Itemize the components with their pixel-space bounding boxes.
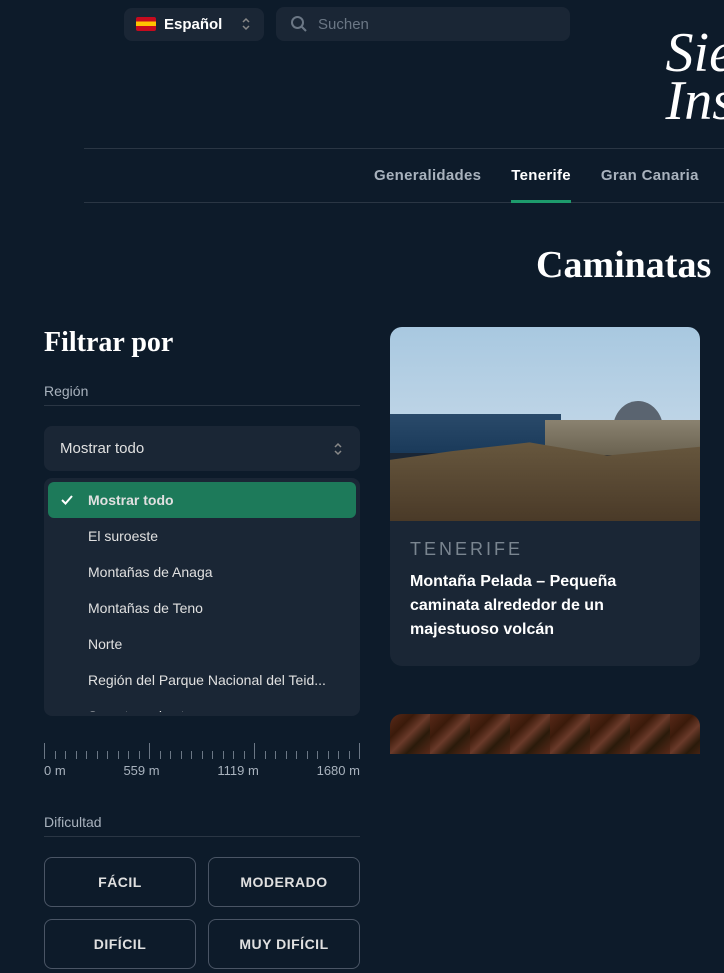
elevation-filter: 0 m 559 m 1119 m 1680 m [44, 741, 360, 778]
region-option-teide[interactable]: Región del Parque Nacional del Teid... [48, 662, 356, 698]
region-option-sureste[interactable]: Sureste y el este [48, 698, 356, 712]
hike-card[interactable]: TENERIFE Montaña Pelada – Pequeña camina… [390, 327, 700, 666]
region-option-all[interactable]: Mostrar todo [48, 482, 356, 518]
chevron-updown-icon [240, 16, 252, 32]
hike-card-image [390, 327, 700, 521]
chevron-updown-icon [332, 441, 344, 457]
elevation-ruler[interactable] [44, 741, 360, 759]
nav-tab-generalidades[interactable]: Generalidades [374, 149, 481, 202]
difficulty-moderate[interactable]: MODERADO [208, 857, 360, 907]
region-dropdown: Mostrar todo El suroeste Montañas de Ana… [44, 478, 360, 716]
check-icon [60, 493, 74, 507]
nav-tab-tenerife[interactable]: Tenerife [511, 149, 571, 202]
hike-cards: TENERIFE Montaña Pelada – Pequeña camina… [390, 327, 724, 969]
difficulty-filter: Dificultad FÁCIL MODERADO DIFÍCIL MUY DI… [44, 814, 360, 969]
difficulty-easy[interactable]: FÁCIL [44, 857, 196, 907]
elevation-labels: 0 m 559 m 1119 m 1680 m [44, 763, 360, 778]
language-selector[interactable]: Español [124, 8, 264, 41]
spain-flag-icon [136, 17, 156, 31]
search-input[interactable] [318, 16, 556, 33]
difficulty-label: Dificultad [44, 814, 360, 837]
region-filter-label: Región [44, 383, 360, 406]
language-label: Español [164, 16, 222, 33]
difficulty-very-hard[interactable]: MUY DIFÍCIL [208, 919, 360, 969]
main-navigation: Generalidades Tenerife Gran Canaria La G… [84, 148, 724, 203]
region-select[interactable]: Mostrar todo Mostrar todo [44, 426, 360, 471]
region-option-suroeste[interactable]: El suroeste [48, 518, 356, 554]
region-option-norte[interactable]: Norte [48, 626, 356, 662]
difficulty-hard[interactable]: DIFÍCIL [44, 919, 196, 969]
region-option-teno[interactable]: Montañas de Teno [48, 590, 356, 626]
site-logo: Sie Ins [666, 30, 724, 125]
hike-card-category: TENERIFE [410, 539, 680, 560]
hike-card-title: Montaña Pelada – Pequeña caminata alrede… [410, 570, 680, 642]
search-box[interactable] [276, 7, 570, 41]
hike-card-image-partial[interactable] [390, 714, 700, 754]
region-select-value: Mostrar todo [60, 440, 144, 457]
filter-sidebar: Filtrar por Región Mostrar todo [44, 327, 360, 969]
search-icon [290, 15, 308, 33]
filter-title: Filtrar por [44, 327, 360, 359]
nav-tab-gran-canaria[interactable]: Gran Canaria [601, 149, 699, 202]
page-title: Caminatas [536, 243, 724, 287]
region-option-anaga[interactable]: Montañas de Anaga [48, 554, 356, 590]
